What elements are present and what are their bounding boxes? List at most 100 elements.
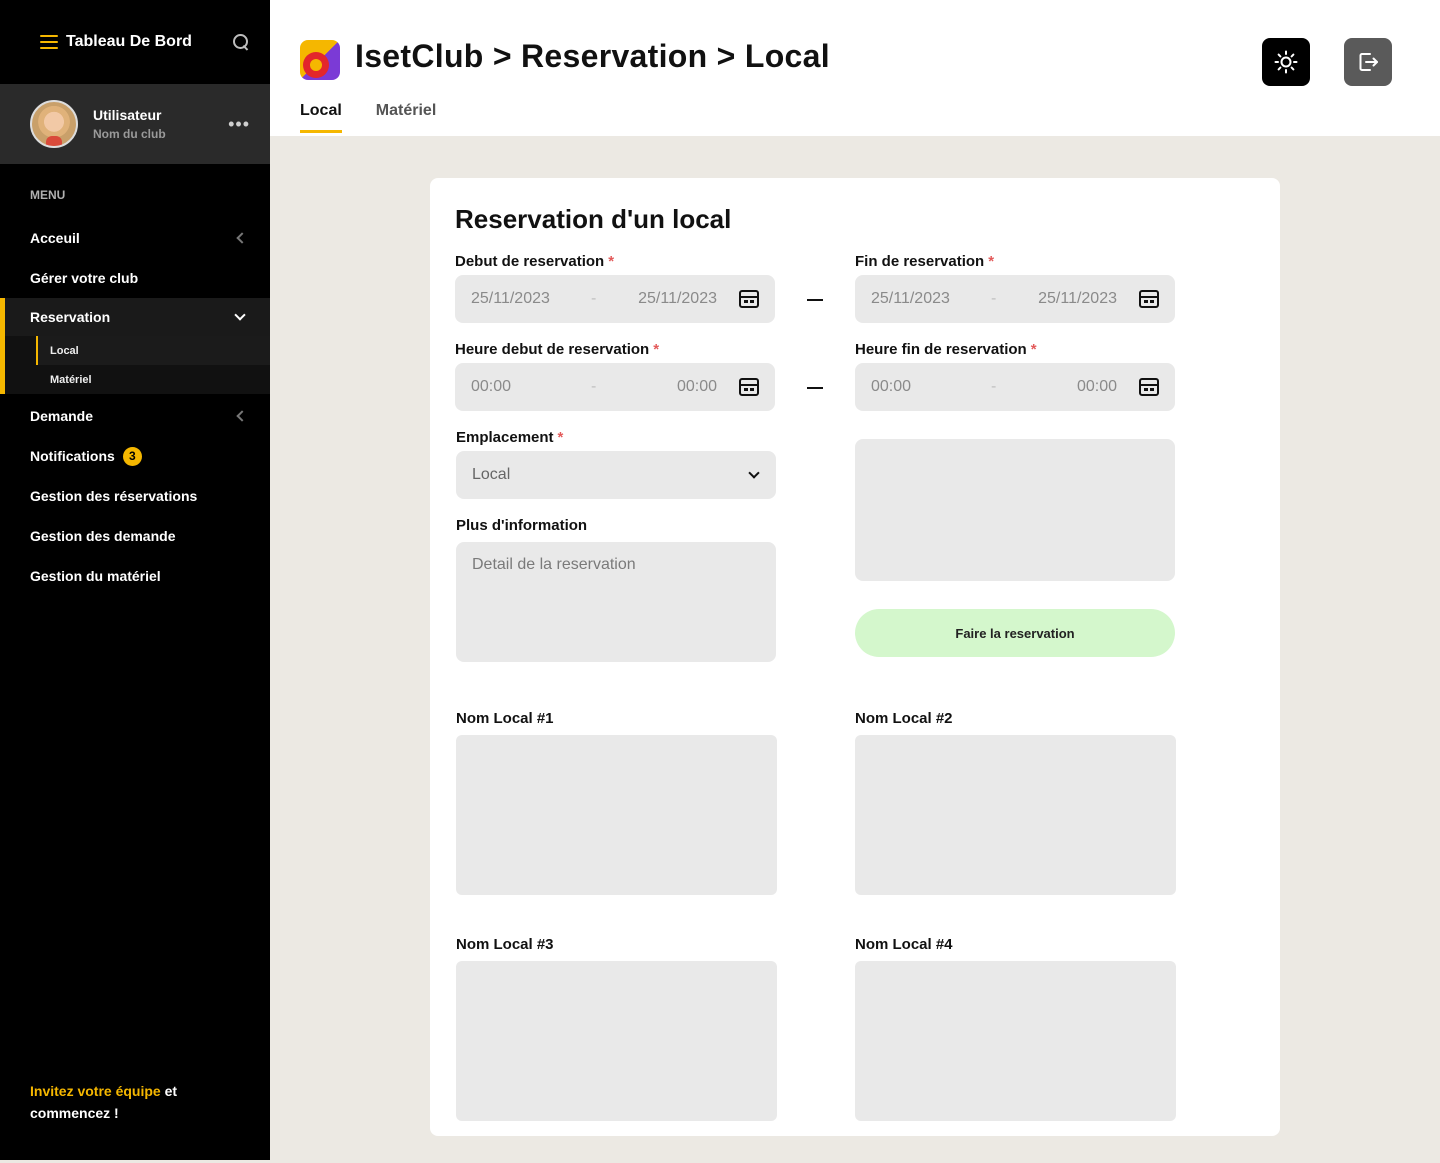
- local-card[interactable]: [855, 735, 1176, 895]
- menu-icon[interactable]: [40, 35, 58, 49]
- invite-rest: et: [160, 1083, 178, 1099]
- chevron-left-icon: [236, 232, 248, 244]
- local-name: Nom Local #1: [456, 710, 554, 727]
- local-name: Nom Local #2: [855, 710, 953, 727]
- heure-fin-start-value[interactable]: 00:00: [871, 378, 991, 396]
- range-dash: [807, 299, 823, 301]
- range-separator: -: [991, 290, 997, 307]
- required-mark: *: [988, 253, 995, 270]
- local-preview: [855, 439, 1175, 581]
- header: IsetClub > Reservation > Local Local Mat…: [270, 0, 1440, 136]
- sidebar-header: Tableau De Bord: [0, 0, 270, 84]
- heure-fin-end-value[interactable]: 00:00: [1011, 378, 1139, 396]
- sidebar-item-gerer-club[interactable]: Gérer votre club: [0, 258, 270, 298]
- avatar[interactable]: [30, 100, 78, 148]
- heure-debut-end-value[interactable]: 00:00: [611, 378, 739, 396]
- sidebar-item-gestion-demande[interactable]: Gestion des demande: [0, 516, 270, 556]
- logout-button[interactable]: [1344, 38, 1392, 86]
- sidebar-subitem-materiel[interactable]: Matériel: [36, 365, 270, 394]
- heure-debut-range[interactable]: 00:00 - 00:00: [455, 363, 775, 411]
- user-name: Utilisateur: [93, 107, 162, 123]
- sidebar-item-label: Acceuil: [30, 230, 80, 246]
- brand: Tableau De Bord: [40, 33, 192, 51]
- search-icon[interactable]: [232, 33, 250, 51]
- fin-end-value[interactable]: 25/11/2023: [1011, 290, 1139, 308]
- fin-date-range[interactable]: 25/11/2023 - 25/11/2023: [855, 275, 1175, 323]
- brand-title: Tableau De Bord: [66, 33, 192, 50]
- tab-local[interactable]: Local: [300, 102, 342, 133]
- fin-start-value[interactable]: 25/11/2023: [871, 290, 991, 308]
- sidebar-subitem-local[interactable]: Local: [36, 336, 270, 365]
- local-card[interactable]: [855, 961, 1176, 1121]
- reservation-card: Reservation d'un local Debut de reservat…: [430, 178, 1280, 1136]
- emplacement-select[interactable]: Local: [456, 451, 776, 499]
- fin-label: Fin de reservation *: [855, 253, 994, 270]
- user-card: Utilisateur Nom du club •••: [0, 84, 270, 164]
- menu-label: MENU: [30, 188, 66, 202]
- sidebar: Tableau De Bord Utilisateur Nom du club …: [0, 0, 270, 1160]
- sidebar-item-label: Gestion des réservations: [30, 488, 198, 504]
- calendar-icon[interactable]: [1139, 290, 1159, 308]
- sidebar-item-notifications[interactable]: Notifications 3: [0, 436, 270, 476]
- range-separator: -: [591, 378, 597, 395]
- heure-fin-label: Heure fin de reservation *: [855, 341, 1037, 358]
- emplacement-label: Emplacement *: [456, 429, 563, 446]
- sidebar-item-label: Gestion du matériel: [30, 568, 161, 584]
- calendar-icon[interactable]: [1139, 378, 1159, 396]
- invite-link[interactable]: Invitez votre équipe: [30, 1083, 161, 1099]
- debut-label-text: Debut de reservation: [455, 253, 605, 270]
- local-name: Nom Local #4: [855, 936, 953, 953]
- local-card[interactable]: [456, 961, 777, 1121]
- app-logo-icon: [300, 40, 340, 80]
- range-separator: -: [991, 378, 997, 395]
- required-mark: *: [557, 429, 564, 446]
- debut-start-value[interactable]: 25/11/2023: [471, 290, 591, 308]
- user-club: Nom du club: [93, 127, 166, 141]
- logout-icon: [1359, 53, 1378, 71]
- invite-text: Invitez votre équipe et commencez !: [30, 1080, 177, 1124]
- required-mark: *: [608, 253, 615, 270]
- invite-rest-2: commencez !: [30, 1105, 119, 1121]
- info-textarea[interactable]: Detail de la reservation: [456, 542, 776, 662]
- heure-debut-label-text: Heure debut de reservation: [455, 341, 650, 358]
- more-icon[interactable]: •••: [228, 114, 250, 135]
- local-card[interactable]: [456, 735, 777, 895]
- sidebar-item-label: Demande: [30, 408, 94, 424]
- sidebar-item-gestion-materiel[interactable]: Gestion du matériel: [0, 556, 270, 596]
- sidebar-item-label: Notifications: [30, 448, 115, 464]
- calendar-icon[interactable]: [739, 378, 759, 396]
- page-title: IsetClub > Reservation > Local: [355, 38, 830, 74]
- debut-label: Debut de reservation *: [455, 253, 614, 270]
- local-name: Nom Local #3: [456, 936, 554, 953]
- sun-icon: [1274, 50, 1298, 74]
- notification-badge: 3: [122, 446, 142, 466]
- fin-label-text: Fin de reservation: [855, 253, 985, 270]
- reservation-submenu: Local Matériel: [0, 336, 270, 394]
- tabs: Local Matériel: [300, 102, 436, 133]
- debut-date-range[interactable]: 25/11/2023 - 25/11/2023: [455, 275, 775, 323]
- chevron-left-icon: [236, 410, 248, 422]
- range-separator: -: [591, 290, 597, 307]
- tab-materiel[interactable]: Matériel: [376, 102, 436, 133]
- debut-end-value[interactable]: 25/11/2023: [611, 290, 739, 308]
- range-dash: [807, 387, 823, 389]
- sidebar-item-demande[interactable]: Demande: [0, 396, 270, 436]
- heure-debut-start-value[interactable]: 00:00: [471, 378, 591, 396]
- chevron-down-icon: [748, 467, 760, 479]
- sidebar-item-label: Gérer votre club: [30, 270, 139, 286]
- heure-fin-label-text: Heure fin de reservation: [855, 341, 1027, 358]
- calendar-icon[interactable]: [739, 290, 759, 308]
- emplacement-label-text: Emplacement: [456, 429, 554, 446]
- sidebar-item-reservation[interactable]: Reservation: [0, 298, 270, 336]
- sidebar-item-label: Gestion des demande: [30, 528, 176, 544]
- sidebar-item-gestion-reservations[interactable]: Gestion des réservations: [0, 476, 270, 516]
- required-mark: *: [1030, 341, 1037, 358]
- heure-debut-label: Heure debut de reservation *: [455, 341, 659, 358]
- theme-toggle-button[interactable]: [1262, 38, 1310, 86]
- emplacement-value: Local: [472, 466, 511, 483]
- sidebar-item-acceuil[interactable]: Acceuil: [0, 218, 270, 258]
- required-mark: *: [653, 341, 660, 358]
- chevron-down-icon: [234, 309, 246, 321]
- heure-fin-range[interactable]: 00:00 - 00:00: [855, 363, 1175, 411]
- submit-reservation-button[interactable]: Faire la reservation: [855, 609, 1175, 657]
